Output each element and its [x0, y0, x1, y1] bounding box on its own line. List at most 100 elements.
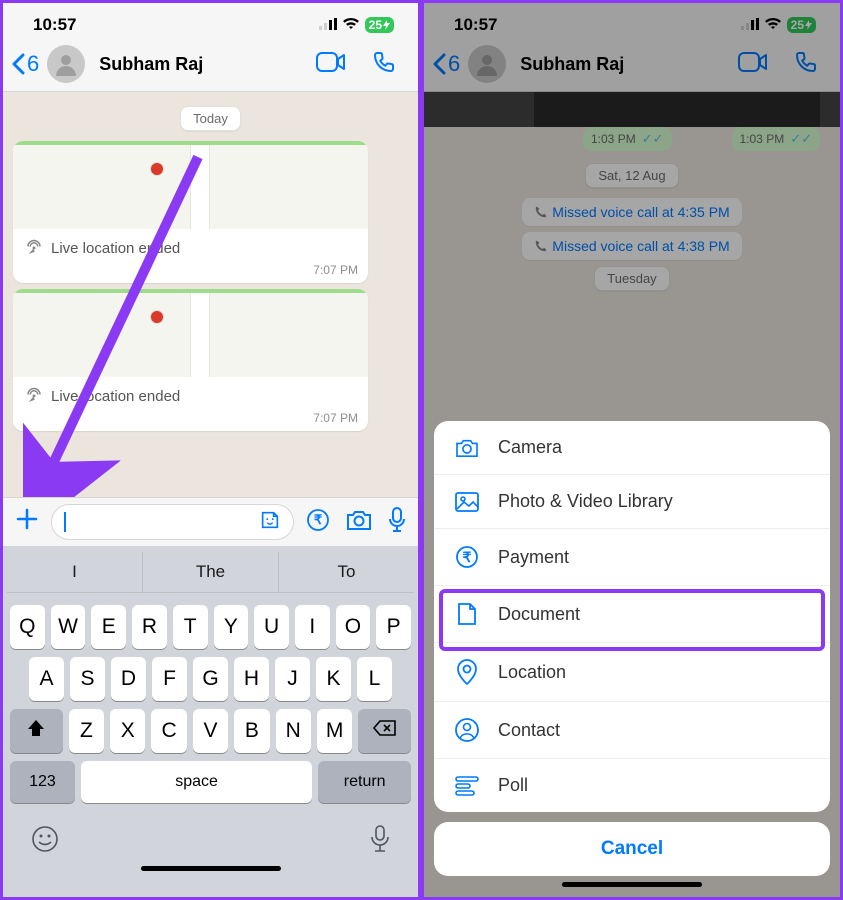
key-l[interactable]: L — [357, 657, 392, 701]
home-indicator[interactable] — [562, 882, 702, 887]
back-button[interactable]: 6 — [432, 51, 460, 77]
home-indicator[interactable] — [141, 866, 281, 871]
key-a[interactable]: A — [29, 657, 64, 701]
sticker-button[interactable] — [255, 509, 285, 536]
key-s[interactable]: S — [70, 657, 105, 701]
missed-call-text: Missed voice call at 4:35 PM — [552, 204, 729, 220]
chat-messages[interactable]: Today Live location ended 7:07 PM Live l… — [3, 92, 418, 497]
key-q[interactable]: Q — [10, 605, 45, 649]
numbers-key[interactable]: 123 — [10, 761, 75, 803]
map-thumbnail — [13, 289, 368, 377]
key-y[interactable]: Y — [214, 605, 249, 649]
sheet-item-location[interactable]: Location — [434, 643, 830, 702]
key-k[interactable]: K — [316, 657, 351, 701]
sheet-item-label: Payment — [498, 547, 569, 568]
missed-call-chip[interactable]: Missed voice call at 4:38 PM — [522, 232, 741, 260]
live-location-icon — [25, 239, 43, 257]
voice-call-button[interactable] — [784, 46, 828, 83]
suggestion[interactable]: I — [7, 552, 142, 592]
emoji-key[interactable] — [31, 825, 59, 858]
space-key[interactable]: space — [81, 761, 313, 803]
wifi-icon — [764, 15, 782, 35]
key-f[interactable]: F — [152, 657, 187, 701]
sheet-item-camera[interactable]: Camera — [434, 421, 830, 475]
attachment-sheet: Camera Photo & Video Library ₹ Payment Docum… — [424, 411, 840, 897]
rupee-icon: ₹ — [454, 545, 480, 569]
contact-name[interactable]: Subham Raj — [99, 54, 300, 75]
backspace-key[interactable] — [358, 709, 411, 753]
avatar[interactable] — [47, 45, 85, 83]
map-thumbnail — [13, 141, 368, 229]
sheet-item-label: Location — [498, 662, 566, 683]
location-message[interactable]: Live location ended 7:07 PM — [13, 141, 368, 283]
key-j[interactable]: J — [275, 657, 310, 701]
payment-button[interactable]: ₹ — [302, 508, 334, 537]
voice-call-button[interactable] — [362, 46, 406, 83]
date-chip-today: Today — [180, 106, 241, 131]
back-count: 6 — [448, 51, 460, 77]
return-key[interactable]: return — [318, 761, 411, 803]
key-t[interactable]: T — [173, 605, 208, 649]
key-x[interactable]: X — [110, 709, 145, 753]
key-m[interactable]: M — [317, 709, 352, 753]
suggestion[interactable]: The — [142, 552, 278, 592]
camera-button[interactable] — [342, 509, 376, 536]
sent-message-time: 1:03 PM✓✓ — [732, 127, 821, 151]
shift-key[interactable] — [10, 709, 63, 753]
camera-icon — [454, 438, 480, 458]
back-button[interactable]: 6 — [11, 51, 39, 77]
dictation-key[interactable] — [370, 825, 390, 858]
key-p[interactable]: P — [376, 605, 411, 649]
avatar[interactable] — [468, 45, 506, 83]
key-g[interactable]: G — [193, 657, 228, 701]
sheet-item-label: Poll — [498, 775, 528, 796]
key-w[interactable]: W — [51, 605, 86, 649]
key-d[interactable]: D — [111, 657, 146, 701]
message-input[interactable] — [51, 504, 294, 540]
svg-text:₹: ₹ — [463, 549, 472, 565]
sheet-item-image[interactable]: Photo & Video Library — [434, 475, 830, 529]
screenshot-right: 10:57 25 6 Subham Raj 1:03 PM✓✓ — [421, 0, 843, 900]
sheet-item-rupee[interactable]: ₹ Payment — [434, 529, 830, 586]
key-b[interactable]: B — [234, 709, 269, 753]
sheet-item-label: Camera — [498, 437, 562, 458]
status-bar: 10:57 25 — [3, 3, 418, 41]
keyboard: I The To QWERTYUIOP ASDFGHJKL ZXCVBNM 12… — [3, 546, 418, 897]
contact-name[interactable]: Subham Raj — [520, 54, 722, 75]
suggestion[interactable]: To — [278, 552, 414, 592]
sheet-item-contact[interactable]: Contact — [434, 702, 830, 759]
key-h[interactable]: H — [234, 657, 269, 701]
key-u[interactable]: U — [254, 605, 289, 649]
video-call-button[interactable] — [728, 48, 778, 81]
key-e[interactable]: E — [91, 605, 126, 649]
status-time: 10:57 — [454, 15, 497, 35]
key-n[interactable]: N — [276, 709, 311, 753]
battery-indicator: 25 — [365, 17, 394, 33]
key-o[interactable]: O — [336, 605, 371, 649]
chat-header: 6 Subham Raj — [3, 41, 418, 92]
location-message[interactable]: Live location ended 7:07 PM — [13, 289, 368, 431]
microphone-button[interactable] — [384, 507, 410, 538]
location-status-text: Live location ended — [51, 240, 180, 257]
back-count: 6 — [27, 51, 39, 77]
image-icon — [454, 492, 480, 512]
key-c[interactable]: C — [151, 709, 186, 753]
key-r[interactable]: R — [132, 605, 167, 649]
cancel-button[interactable]: Cancel — [434, 822, 830, 876]
location-status-text: Live location ended — [51, 388, 180, 405]
missed-call-chip[interactable]: Missed voice call at 4:35 PM — [522, 198, 741, 226]
video-call-button[interactable] — [306, 48, 356, 81]
key-i[interactable]: I — [295, 605, 330, 649]
key-v[interactable]: V — [193, 709, 228, 753]
sheet-item-document[interactable]: Document — [434, 586, 830, 643]
cellular-icon — [741, 15, 759, 35]
attach-button[interactable] — [11, 506, 43, 538]
chat-header: 6 Subham Raj — [424, 41, 840, 92]
battery-indicator: 25 — [787, 17, 816, 33]
sheet-item-poll[interactable]: Poll — [434, 759, 830, 812]
poll-icon — [454, 776, 480, 796]
key-z[interactable]: Z — [69, 709, 104, 753]
screenshot-left: 10:57 25 6 Subham Raj — [0, 0, 421, 900]
message-composer: ₹ — [3, 497, 418, 546]
sheet-item-label: Contact — [498, 720, 560, 741]
